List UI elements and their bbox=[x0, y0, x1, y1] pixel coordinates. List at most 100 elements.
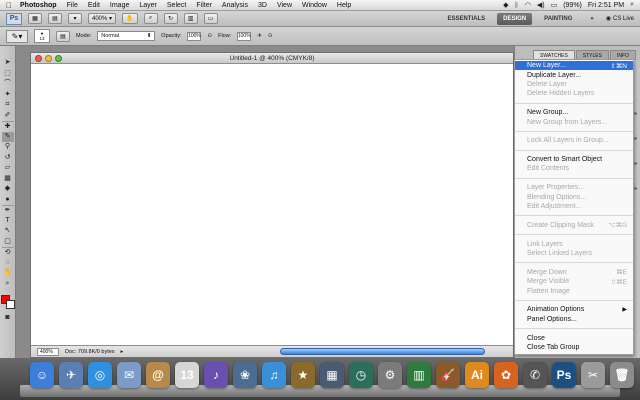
move-tool-icon[interactable]: ➤ bbox=[2, 58, 14, 69]
eyedropper-tool-icon[interactable]: ✐ bbox=[2, 111, 14, 122]
dodge-tool-icon[interactable]: ● bbox=[2, 195, 14, 206]
menu-help[interactable]: Help bbox=[332, 2, 356, 9]
hand-tool-button[interactable]: ✋ bbox=[122, 13, 138, 24]
menu-3d[interactable]: 3D bbox=[253, 2, 272, 9]
quick-select-tool-icon[interactable]: ✦ bbox=[2, 90, 14, 101]
3d-rotate-tool-icon[interactable]: ⟲ bbox=[1, 247, 14, 258]
type-tool-icon[interactable]: T bbox=[2, 216, 14, 227]
itunes-icon[interactable]: ♫ bbox=[262, 362, 286, 388]
airbrush-icon[interactable]: ✈ bbox=[257, 33, 262, 39]
zoom-level-select[interactable]: 400% ▾ bbox=[88, 13, 117, 24]
clone-stamp-tool-icon[interactable]: ⚲ bbox=[2, 142, 14, 153]
zoom-tool-button[interactable]: ⌕ bbox=[143, 13, 158, 24]
flow-field[interactable]: 100% bbox=[237, 31, 252, 41]
iphoto-icon[interactable]: ❀ bbox=[233, 362, 257, 388]
mode-select[interactable]: Normal ⬍ bbox=[97, 31, 156, 41]
menu-filter[interactable]: Filter bbox=[191, 2, 217, 9]
brush-panel-toggle[interactable]: ▤ bbox=[56, 30, 70, 42]
guitar-icon[interactable]: ♪ bbox=[204, 362, 228, 388]
crop-tool-icon[interactable]: ⌗ bbox=[2, 100, 14, 111]
brush-preset-picker[interactable]: ● 13 bbox=[34, 29, 50, 43]
finder-icon[interactable]: ☺ bbox=[30, 362, 54, 388]
menu-select[interactable]: Select bbox=[162, 2, 191, 9]
illustrator-icon[interactable]: Ai bbox=[465, 362, 489, 388]
dropbox-icon[interactable]: ◆ bbox=[503, 1, 508, 9]
quick-mask-icon[interactable]: ◙ bbox=[2, 313, 14, 324]
marquee-tool-icon[interactable]: ⬚ bbox=[2, 69, 14, 80]
menu-item-animation-options[interactable]: Animation Options ▶ bbox=[515, 305, 633, 314]
panel-arrow-icon[interactable]: ▸ bbox=[634, 185, 637, 192]
doc-zoom-field[interactable]: 400% bbox=[37, 347, 59, 356]
arrange-documents-button[interactable]: ▥ bbox=[183, 13, 198, 24]
mail-icon[interactable]: ✉ bbox=[117, 362, 141, 388]
spotlight-icon[interactable]: ⌕ bbox=[630, 1, 634, 9]
color-swatches[interactable] bbox=[0, 293, 15, 309]
status-menu-arrow-icon[interactable]: ▸ bbox=[121, 349, 124, 355]
history-brush-tool-icon[interactable]: ↺ bbox=[2, 153, 14, 164]
minibridge-button[interactable]: ▤ bbox=[48, 13, 62, 24]
background-color[interactable] bbox=[5, 300, 15, 309]
menu-image[interactable]: Image bbox=[105, 2, 134, 9]
menu-item-convert-to-smart-object[interactable]: Convert to Smart Object bbox=[515, 155, 633, 164]
menu-item-panel-options[interactable]: Panel Options... bbox=[515, 315, 633, 324]
workspace-painting[interactable]: PAINTING bbox=[538, 13, 578, 25]
guitar2-icon[interactable]: 🎸 bbox=[436, 362, 460, 388]
path-selection-tool-icon[interactable]: ↖ bbox=[2, 226, 14, 237]
clock[interactable]: Fri 2:51 PM bbox=[588, 2, 624, 9]
hand-tool-icon[interactable]: ✋ bbox=[2, 268, 14, 279]
menu-window[interactable]: Window bbox=[297, 2, 332, 9]
wifi-icon[interactable]: ◠ bbox=[525, 1, 531, 9]
apple-icon[interactable]:  bbox=[0, 1, 18, 10]
imovie-icon[interactable]: ★ bbox=[291, 362, 315, 388]
3d-orbit-tool-icon[interactable]: ◌ bbox=[2, 258, 14, 269]
rotate-view-button[interactable]: ↻ bbox=[163, 13, 178, 24]
addressbook-icon[interactable]: @ bbox=[146, 362, 170, 388]
screen-mode-button[interactable]: ▭ bbox=[203, 13, 218, 24]
tool-preset-picker[interactable]: ✎▾ bbox=[6, 29, 28, 43]
panel-arrow-icon[interactable]: ▸ bbox=[634, 160, 637, 167]
healing-brush-tool-icon[interactable]: ✚ bbox=[1, 121, 14, 132]
eraser-tool-icon[interactable]: ▱ bbox=[2, 163, 14, 174]
document-titlebar[interactable]: Untitled-1 @ 400% (CMYK/8) bbox=[31, 53, 513, 64]
opacity-field[interactable]: 100% bbox=[187, 31, 202, 41]
workspace-more-button[interactable]: » bbox=[584, 13, 599, 25]
menu-item-close[interactable]: Close bbox=[515, 333, 633, 342]
lasso-tool-icon[interactable]: ⌒ bbox=[2, 79, 14, 90]
menu-file[interactable]: File bbox=[62, 2, 83, 9]
systemprefs-icon[interactable]: ⚙ bbox=[378, 362, 402, 388]
pen-tool-icon[interactable]: ✒ bbox=[1, 205, 14, 216]
menu-item-new-group[interactable]: New Group... bbox=[515, 108, 633, 117]
horizontal-scrollbar[interactable] bbox=[280, 348, 485, 355]
menu-item-new-layer[interactable]: New Layer... ⇧⌘N bbox=[515, 61, 633, 71]
panel-arrow-icon[interactable]: ▸ bbox=[634, 110, 637, 117]
timemachine-icon[interactable]: ◷ bbox=[349, 362, 373, 388]
opacity-pressure-icon[interactable]: ⊙ bbox=[207, 33, 212, 39]
menu-app-name[interactable]: Photoshop bbox=[18, 2, 62, 9]
menu-item-close-tab-group[interactable]: Close Tab Group bbox=[515, 343, 633, 352]
battery-icon[interactable]: ▭ bbox=[551, 1, 558, 9]
spaces-icon[interactable]: ▦ bbox=[320, 362, 344, 388]
rectangle-tool-icon[interactable]: ▢ bbox=[2, 237, 14, 248]
menu-view[interactable]: View bbox=[272, 2, 297, 9]
canvas[interactable] bbox=[31, 65, 513, 345]
mail2-icon[interactable]: ✆ bbox=[523, 362, 547, 388]
firefox-icon[interactable]: ✿ bbox=[494, 362, 518, 388]
volume-icon[interactable]: ◀) bbox=[537, 1, 545, 9]
workspace-essentials[interactable]: ESSENTIALS bbox=[441, 13, 491, 25]
gradient-tool-icon[interactable]: ▦ bbox=[2, 174, 14, 185]
zoom-tool-icon[interactable]: ⌕ bbox=[2, 279, 14, 290]
menu-layer[interactable]: Layer bbox=[134, 2, 162, 9]
preview-icon[interactable]: ✈ bbox=[59, 362, 83, 388]
safari-icon[interactable]: ◎ bbox=[88, 362, 112, 388]
bridge-button[interactable]: ▦ bbox=[28, 13, 42, 24]
workspace-design[interactable]: DESIGN bbox=[497, 12, 533, 25]
panel-arrow-icon[interactable]: ▸ bbox=[634, 135, 637, 142]
photoshop-icon[interactable]: Ps bbox=[552, 362, 576, 388]
size-pressure-icon[interactable]: ⊙ bbox=[268, 33, 273, 39]
blur-tool-icon[interactable]: ◆ bbox=[2, 184, 14, 195]
view-extras-button[interactable]: ▾ bbox=[68, 13, 82, 24]
trash-icon[interactable]: 🗑 bbox=[610, 362, 634, 388]
menu-item-duplicate-layer[interactable]: Duplicate Layer... bbox=[515, 70, 633, 79]
brush-tool-icon[interactable]: ✎ bbox=[1, 131, 14, 142]
menu-analysis[interactable]: Analysis bbox=[217, 2, 253, 9]
